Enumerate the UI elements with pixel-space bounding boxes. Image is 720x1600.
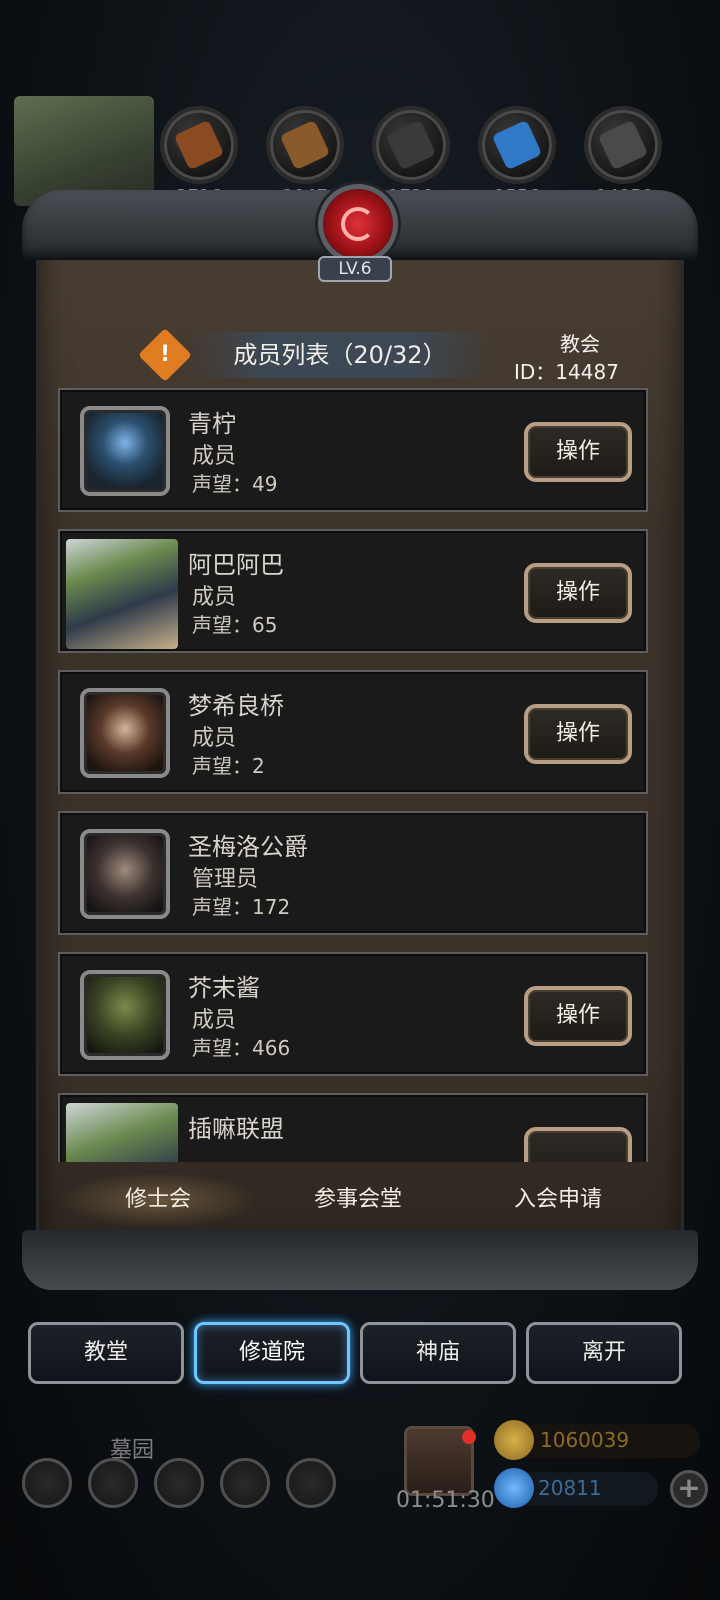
achievement-icon[interactable] xyxy=(88,1458,138,1508)
nav-church-button[interactable]: 教堂 xyxy=(28,1322,184,1384)
gem-value: 20811 xyxy=(538,1476,602,1500)
member-role: 成员 xyxy=(192,726,237,751)
member-list[interactable]: 青柠 成员 声望：49 操作 阿巴阿巴 成员 声望：65 操作 梦希良桥 成员 … xyxy=(58,388,662,1162)
member-card[interactable]: 阿巴阿巴 成员 声望：65 操作 xyxy=(58,529,648,653)
crystal-resource-icon[interactable] xyxy=(478,106,556,184)
nav-monastery-button[interactable]: 修道院 xyxy=(194,1322,350,1384)
tab-council-hall[interactable]: 参事会堂 xyxy=(258,1172,458,1228)
member-action-button[interactable]: 操作 xyxy=(524,422,632,482)
member-role: 成员 xyxy=(192,585,237,610)
gift-timer: 01:51:30 xyxy=(396,1488,495,1513)
nav-temple-button[interactable]: 神庙 xyxy=(360,1322,516,1384)
member-action-button[interactable]: 操作 xyxy=(524,704,632,764)
member-reputation: 声望：466 xyxy=(192,1036,291,1060)
panel-frame-bottom xyxy=(22,1230,698,1290)
member-reputation: 声望：172 xyxy=(192,895,291,919)
member-avatar xyxy=(80,970,170,1060)
mail-icon[interactable] xyxy=(220,1458,270,1508)
guild-id-label: ID：14487 xyxy=(514,360,619,384)
member-card[interactable]: 芥末酱 成员 声望：466 操作 xyxy=(58,952,648,1076)
member-action-button[interactable]: 操作 xyxy=(524,563,632,623)
guild-level-badge: LV.6 xyxy=(318,256,392,282)
member-role: 成员 xyxy=(192,1008,237,1033)
member-name: 芥末酱 xyxy=(188,974,260,1002)
member-avatar xyxy=(80,406,170,496)
gold-coin-icon xyxy=(494,1420,534,1460)
stone-resource-icon[interactable] xyxy=(372,106,450,184)
iron-resource-icon[interactable] xyxy=(584,106,662,184)
member-reputation: 声望：2 xyxy=(192,754,265,778)
member-name: 阿巴阿巴 xyxy=(188,551,284,579)
member-card[interactable]: 插嘛联盟 xyxy=(58,1093,648,1162)
member-card[interactable]: 梦希良桥 成员 声望：2 操作 xyxy=(58,670,648,794)
gold-value: 1060039 xyxy=(540,1428,630,1452)
guild-tabs: 修士会 参事会堂 入会申请 xyxy=(58,1172,662,1228)
member-name: 圣梅洛公爵 xyxy=(188,833,308,861)
member-avatar xyxy=(80,688,170,778)
plank-resource-icon[interactable] xyxy=(266,106,344,184)
member-avatar xyxy=(80,829,170,919)
notification-dot xyxy=(462,1430,476,1444)
settings-icon[interactable] xyxy=(22,1458,72,1508)
member-card[interactable]: 青柠 成员 声望：49 操作 xyxy=(58,388,648,512)
member-avatar xyxy=(66,539,178,649)
tab-join-requests[interactable]: 入会申请 xyxy=(458,1172,658,1228)
add-currency-button[interactable]: + xyxy=(670,1470,708,1508)
member-role: 成员 xyxy=(192,444,237,469)
guild-emblem-icon xyxy=(318,184,398,264)
member-reputation: 声望：49 xyxy=(192,472,278,496)
member-name: 插嘛联盟 xyxy=(188,1115,284,1143)
member-list-title: 成员列表（20/32） xyxy=(190,332,490,378)
nav-leave-button[interactable]: 离开 xyxy=(526,1322,682,1384)
warning-icon-mark[interactable]: ! xyxy=(146,336,184,374)
member-role: 管理员 xyxy=(192,867,259,892)
member-name: 青柠 xyxy=(188,410,236,438)
guild-type-label: 教会 xyxy=(560,332,600,356)
member-reputation: 声望：65 xyxy=(192,613,278,637)
member-card[interactable]: 圣梅洛公爵 管理员 声望：172 xyxy=(58,811,648,935)
member-action-button[interactable] xyxy=(524,1127,632,1162)
gem-icon xyxy=(494,1468,534,1508)
chat-icon[interactable] xyxy=(286,1458,336,1508)
member-action-button[interactable]: 操作 xyxy=(524,986,632,1046)
tab-monks[interactable]: 修士会 xyxy=(58,1172,258,1228)
wood-resource-icon[interactable] xyxy=(160,106,238,184)
guild-icon[interactable] xyxy=(154,1458,204,1508)
member-avatar xyxy=(66,1103,178,1162)
member-name: 梦希良桥 xyxy=(188,692,284,720)
